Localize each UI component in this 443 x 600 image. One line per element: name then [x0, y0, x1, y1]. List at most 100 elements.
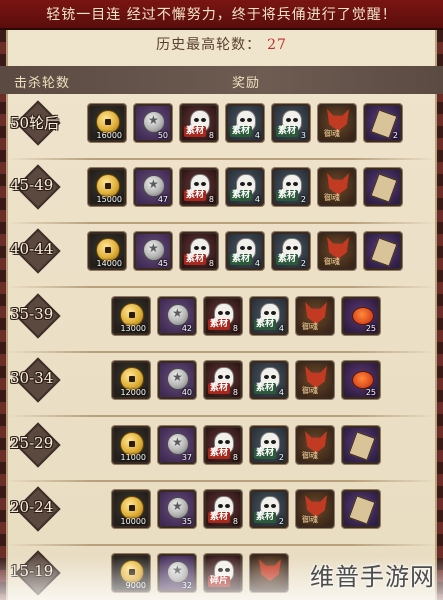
soul-reward[interactable]: 御魂 [318, 232, 356, 270]
material-reward[interactable]: 素材 8 [204, 490, 242, 528]
item-quantity: 4 [278, 324, 284, 333]
round-label: 20-24 [10, 498, 54, 516]
best-rounds-label: 历史最高轮数： [156, 37, 262, 53]
material-tag: 素材 [230, 190, 253, 201]
sushi-reward[interactable]: 25 [342, 361, 380, 399]
soul-tag: 御魂 [302, 386, 318, 395]
star-coin-reward[interactable]: 50 [134, 104, 172, 142]
material-reward[interactable]: 素材 4 [226, 232, 264, 270]
star-coin-reward[interactable]: 42 [158, 297, 196, 335]
star-coin-reward[interactable]: 47 [134, 168, 172, 206]
material-tag: 素材 [208, 512, 231, 523]
scroll-reward[interactable] [342, 426, 380, 464]
star-coin-reward[interactable]: 37 [158, 426, 196, 464]
star-coin-reward[interactable]: 45 [134, 232, 172, 270]
soul-reward[interactable]: 御魂 [318, 168, 356, 206]
item-quantity: 8 [208, 195, 214, 204]
star-coin-reward[interactable]: 35 [158, 490, 196, 528]
item-quantity: 4 [278, 388, 284, 397]
material-tag: 素材 [254, 383, 277, 394]
star-coin-icon [143, 239, 165, 261]
scroll-icon [348, 495, 376, 525]
item-quantity: 37 [181, 453, 192, 462]
item-quantity: 2 [300, 195, 306, 204]
material-reward[interactable]: 素材 8 [204, 361, 242, 399]
soul-reward[interactable]: 御魂 [296, 297, 334, 335]
scroll-reward[interactable]: 2 [364, 104, 402, 142]
sushi-icon [352, 371, 374, 389]
sushi-reward[interactable]: 25 [342, 297, 380, 335]
material-tag: 素材 [208, 448, 231, 459]
reward-items: 1600050素材8素材4素材3御魂2 [88, 104, 402, 142]
soul-reward[interactable]: 御魂 [296, 426, 334, 464]
sushi-icon [352, 307, 374, 325]
material-reward[interactable]: 素材 3 [272, 104, 310, 142]
best-rounds: 历史最高轮数： 27 [0, 34, 443, 56]
material-reward[interactable]: 素材 8 [180, 232, 218, 270]
soul-reward[interactable]: 御魂 [296, 490, 334, 528]
star-coin-icon [167, 304, 189, 326]
star-coin-reward[interactable]: 40 [158, 361, 196, 399]
item-quantity: 35 [181, 517, 192, 526]
star-coin-icon [167, 368, 189, 390]
material-tag: 素材 [254, 448, 277, 459]
item-quantity: 4 [254, 259, 260, 268]
gold-reward[interactable]: 10000 [112, 490, 150, 528]
item-quantity: 2 [300, 259, 306, 268]
material-tag: 素材 [254, 319, 277, 330]
round-label: 35-39 [10, 305, 54, 323]
reward-row: 30-341200040素材8素材4御魂25 [6, 353, 437, 411]
soul-tag: 御魂 [302, 515, 318, 524]
scroll-reward[interactable] [342, 490, 380, 528]
item-quantity: 45 [157, 259, 168, 268]
item-quantity: 2 [278, 453, 284, 462]
scroll-reward[interactable] [364, 232, 402, 270]
soul-tag: 御魂 [302, 322, 318, 331]
material-reward[interactable]: 素材 8 [180, 104, 218, 142]
scroll-reward[interactable] [364, 168, 402, 206]
round-label: 25-29 [10, 434, 54, 452]
soul-reward[interactable]: 御魂 [296, 361, 334, 399]
gold-reward[interactable]: 11000 [112, 426, 150, 464]
material-reward[interactable]: 素材 4 [250, 297, 288, 335]
material-reward[interactable]: 素材 4 [226, 104, 264, 142]
material-reward[interactable]: 素材 8 [180, 168, 218, 206]
item-quantity: 25 [365, 324, 376, 333]
star-coin-icon [167, 497, 189, 519]
item-quantity: 3 [300, 131, 306, 140]
star-coin-icon [143, 175, 165, 197]
gold-reward[interactable]: 15000 [88, 168, 126, 206]
material-reward[interactable]: 素材 8 [204, 297, 242, 335]
reward-items: 1300042素材8素材4御魂25 [112, 297, 380, 335]
row-separator [6, 415, 437, 417]
gold-reward[interactable]: 12000 [112, 361, 150, 399]
soul-reward[interactable]: 御魂 [318, 104, 356, 142]
material-tag: 素材 [230, 254, 253, 265]
reward-items: 1500047素材8素材4素材2御魂 [88, 168, 402, 206]
reward-items: 10000 35 素材8素材2 御魂 [112, 490, 380, 528]
round-label: 40-44 [10, 240, 54, 258]
item-quantity: 42 [181, 324, 192, 333]
material-reward[interactable]: 素材 4 [226, 168, 264, 206]
soul-tag: 御魂 [324, 193, 340, 202]
scroll-icon [370, 237, 398, 267]
material-reward[interactable]: 素材 4 [250, 361, 288, 399]
gold-reward[interactable]: 14000 [88, 232, 126, 270]
gold-reward[interactable]: 13000 [112, 297, 150, 335]
header-reward: 奖励 [232, 76, 261, 91]
reward-items: 1400045素材8素材4素材2御魂 [88, 232, 402, 270]
star-coin-icon [143, 111, 165, 133]
star-coin-icon [167, 433, 189, 455]
soul-tag: 御魂 [302, 451, 318, 460]
round-label: 50轮后 [10, 114, 60, 132]
material-tag: 素材 [184, 126, 207, 137]
material-reward[interactable]: 素材 2 [272, 168, 310, 206]
row-separator [6, 286, 437, 288]
material-reward[interactable]: 素材 2 [272, 232, 310, 270]
material-reward[interactable]: 素材 2 [250, 490, 288, 528]
material-reward[interactable]: 素材 2 [250, 426, 288, 464]
item-quantity: 12000 [120, 388, 146, 397]
material-reward[interactable]: 素材 8 [204, 426, 242, 464]
gold-reward[interactable]: 16000 [88, 104, 126, 142]
round-label: 45-49 [10, 176, 54, 194]
